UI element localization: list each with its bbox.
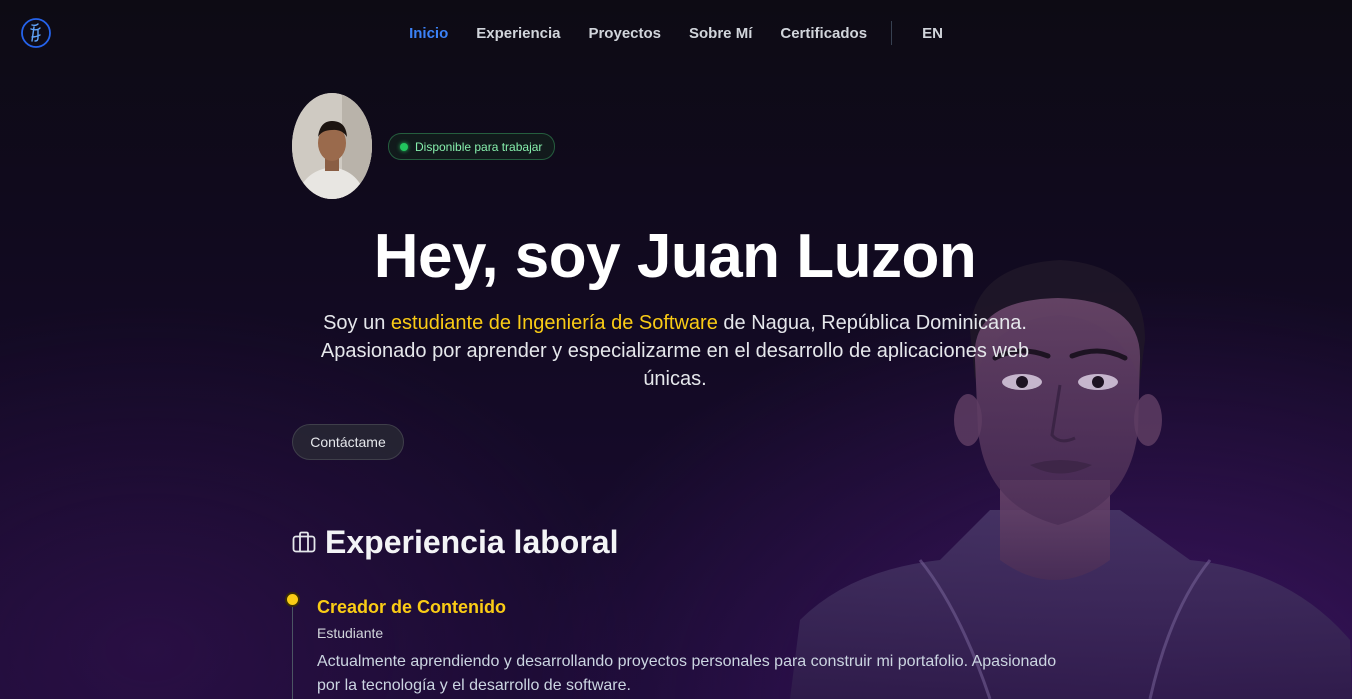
main-nav: Inicio Experiencia Proyectos Sobre Mí Ce… [0,0,1352,66]
briefcase-icon [292,524,316,561]
nav-item-sobre-mi[interactable]: Sobre Mí [689,25,752,42]
job-title: Creador de Contenido [317,597,507,617]
timeline-line [292,605,293,699]
nav-item-certificados[interactable]: Certificados [780,25,867,42]
nav-item-inicio[interactable]: Inicio [409,25,448,42]
intro-text: Soy un estudiante de Ingeniería de Softw… [292,309,1058,393]
availability-label: Disponible para trabajar [415,139,543,154]
availability-badge: Disponible para trabajar [388,133,556,160]
intro-prefix: Soy un [323,312,391,334]
intro-highlight: estudiante de Ingeniería de Software [390,312,718,334]
status-dot-icon [400,142,408,151]
job-description: Actualmente aprendiendo y desarrollando … [317,653,1057,694]
experience-title: Experiencia laboral [325,524,619,560]
page-title: Hey, soy Juan Luzon [373,222,977,291]
profile-avatar [292,93,372,199]
nav-divider [891,21,893,45]
job-role: Estudiante [317,625,384,641]
language-toggle[interactable]: EN [922,25,943,42]
contact-button[interactable]: Contáctame [292,424,404,460]
timeline-dot [285,592,300,607]
experience-heading: Experiencia laboral [292,524,618,561]
nav-item-proyectos[interactable]: Proyectos [588,25,661,42]
nav-item-experiencia[interactable]: Experiencia [476,25,560,42]
